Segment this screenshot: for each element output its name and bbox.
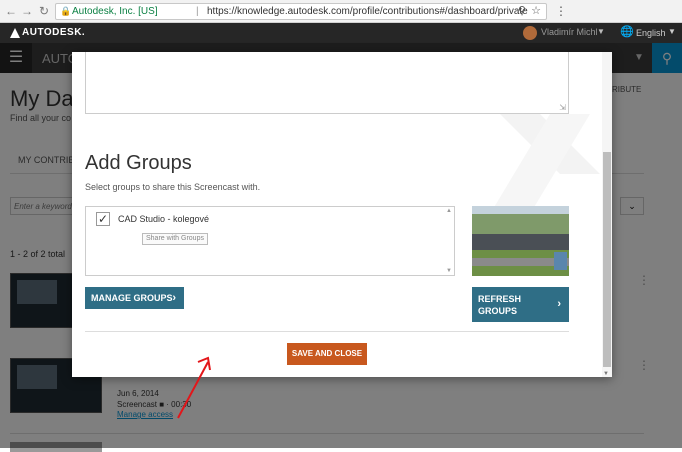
chevron-down-icon[interactable]: ▼ — [597, 27, 605, 36]
autodesk-watermark-icon — [490, 114, 600, 214]
manage-groups-button[interactable]: MANAGE GROUPS › — [85, 287, 184, 309]
refresh-groups-label: GROUPS — [478, 306, 518, 316]
scroll-up-icon[interactable]: ▲ — [446, 208, 452, 214]
lock-icon: 🔒 — [60, 6, 72, 16]
chevron-down-icon[interactable]: ▼ — [668, 27, 676, 36]
globe-icon[interactable]: 🌐 — [620, 25, 634, 38]
autodesk-topbar: AUTODESK. Vladimír Michl ▼ 🌐 English ▼ — [0, 23, 682, 43]
address-bar[interactable]: 🔒 Autodesk, Inc. [US] | https://knowledg… — [55, 3, 547, 20]
group-list: ✓ CAD Studio - kolegové Share with Group… — [85, 206, 455, 276]
scroll-down-icon[interactable]: ▼ — [446, 268, 452, 274]
save-and-close-button[interactable]: SAVE AND CLOSE — [287, 343, 367, 365]
chevron-right-icon: › — [172, 292, 176, 304]
resize-grip-icon[interactable]: ⇲ — [559, 103, 566, 112]
refresh-groups-button[interactable]: REFRESH GROUPS › — [472, 287, 569, 322]
url-text[interactable]: https://knowledge.autodesk.com/profile/c… — [207, 4, 528, 19]
reload-icon[interactable]: ↻ — [37, 4, 51, 18]
share-with-groups-button[interactable]: Share with Groups — [142, 233, 208, 245]
scrollbar-thumb[interactable] — [603, 152, 611, 367]
browser-menu-icon[interactable]: ⋮ — [555, 4, 567, 18]
url-separator: | — [196, 6, 199, 17]
forward-icon[interactable]: → — [20, 4, 34, 18]
browser-toolbar: ← → ↻ 🔒 Autodesk, Inc. [US] | https://kn… — [0, 0, 682, 23]
chevron-right-icon: › — [557, 298, 561, 310]
bookmark-star-icon[interactable]: ☆ — [531, 4, 541, 19]
autodesk-logo-text[interactable]: AUTODESK. — [22, 27, 85, 38]
group-photo — [472, 206, 569, 276]
groups-hint: Select groups to share this Screencast w… — [85, 182, 261, 192]
user-name[interactable]: Vladimír Michl — [541, 27, 598, 37]
manage-groups-label: MANAGE GROUPS — [91, 293, 173, 303]
add-groups-heading: Add Groups — [85, 152, 192, 174]
magnifier-icon[interactable]: ⚲ — [518, 4, 526, 19]
refresh-groups-label: REFRESH — [478, 294, 522, 304]
share-screencast-modal: ⇲ Add Groups Select groups to share this… — [72, 52, 612, 377]
group-checkbox[interactable]: ✓ — [96, 212, 110, 226]
site-identity: Autodesk, Inc. [US] — [72, 6, 158, 17]
description-textarea[interactable]: ⇲ — [85, 52, 569, 114]
avatar[interactable] — [523, 26, 537, 40]
annotation-arrow-icon — [177, 356, 211, 419]
scroll-down-icon[interactable]: ▼ — [603, 371, 609, 377]
group-name[interactable]: CAD Studio - kolegové — [118, 214, 209, 224]
autodesk-logo-icon — [10, 28, 20, 38]
back-icon[interactable]: ← — [4, 4, 18, 18]
modal-divider — [85, 331, 569, 332]
language-selector[interactable]: English — [636, 28, 666, 38]
modal-scrollbar[interactable]: ▼ — [602, 52, 612, 377]
